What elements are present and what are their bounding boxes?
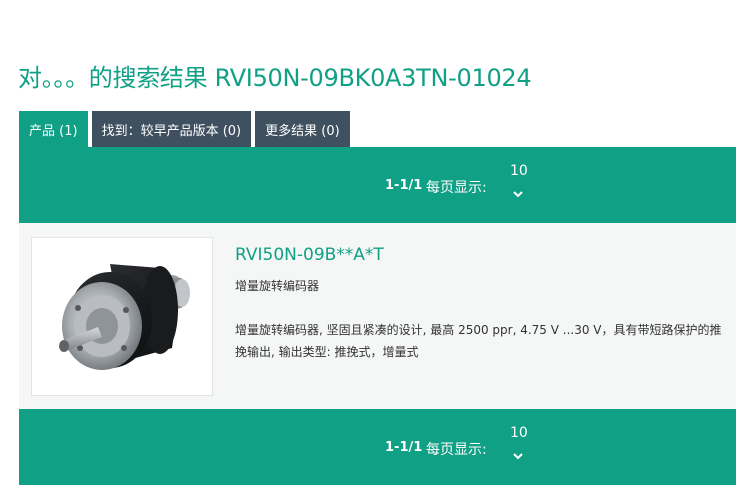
per-page-select[interactable]: 10 [509, 424, 539, 470]
product-subtitle: 增量旋转编码器 [235, 279, 320, 293]
per-page-value: 10 [510, 425, 528, 441]
per-page-select[interactable]: 10 [509, 162, 539, 208]
pagination-bar-top: 1-1/1 每页显示: 10 [19, 147, 736, 223]
per-page-value: 10 [510, 163, 528, 179]
result-count: 1-1/1 [385, 440, 423, 455]
chevron-down-icon [513, 191, 523, 198]
product-description: 增量旋转编码器, 坚固且紧凑的设计, 最高 2500 ppr, 4.75 V .… [235, 323, 722, 359]
product-image[interactable] [31, 237, 213, 396]
tab-older-versions[interactable]: 找到：较早产品版本 (0) [91, 111, 252, 147]
pagination-bar-bottom: 1-1/1 每页显示: 10 [19, 409, 736, 485]
per-page-label: 每页显示: [426, 180, 487, 196]
chevron-down-icon [513, 453, 523, 460]
result-tabs: 产品 (1) 找到：较早产品版本 (0) 更多结果 (0) [19, 111, 350, 147]
per-page-label: 每页显示: [426, 442, 487, 458]
rotary-encoder-image [59, 264, 190, 370]
tab-products[interactable]: 产品 (1) [19, 111, 88, 147]
result-count: 1-1/1 [385, 178, 423, 193]
page-title: 对。。。的搜索结果 RVI50N-09BK0A3TN-01024 [18, 64, 532, 92]
product-title-link[interactable]: RVI50N-09B**A*T [235, 245, 384, 265]
result-item: RVI50N-09B**A*T 增量旋转编码器 增量旋转编码器, 坚固且紧凑的设… [19, 223, 736, 409]
tab-more-results[interactable]: 更多结果 (0) [255, 111, 350, 147]
